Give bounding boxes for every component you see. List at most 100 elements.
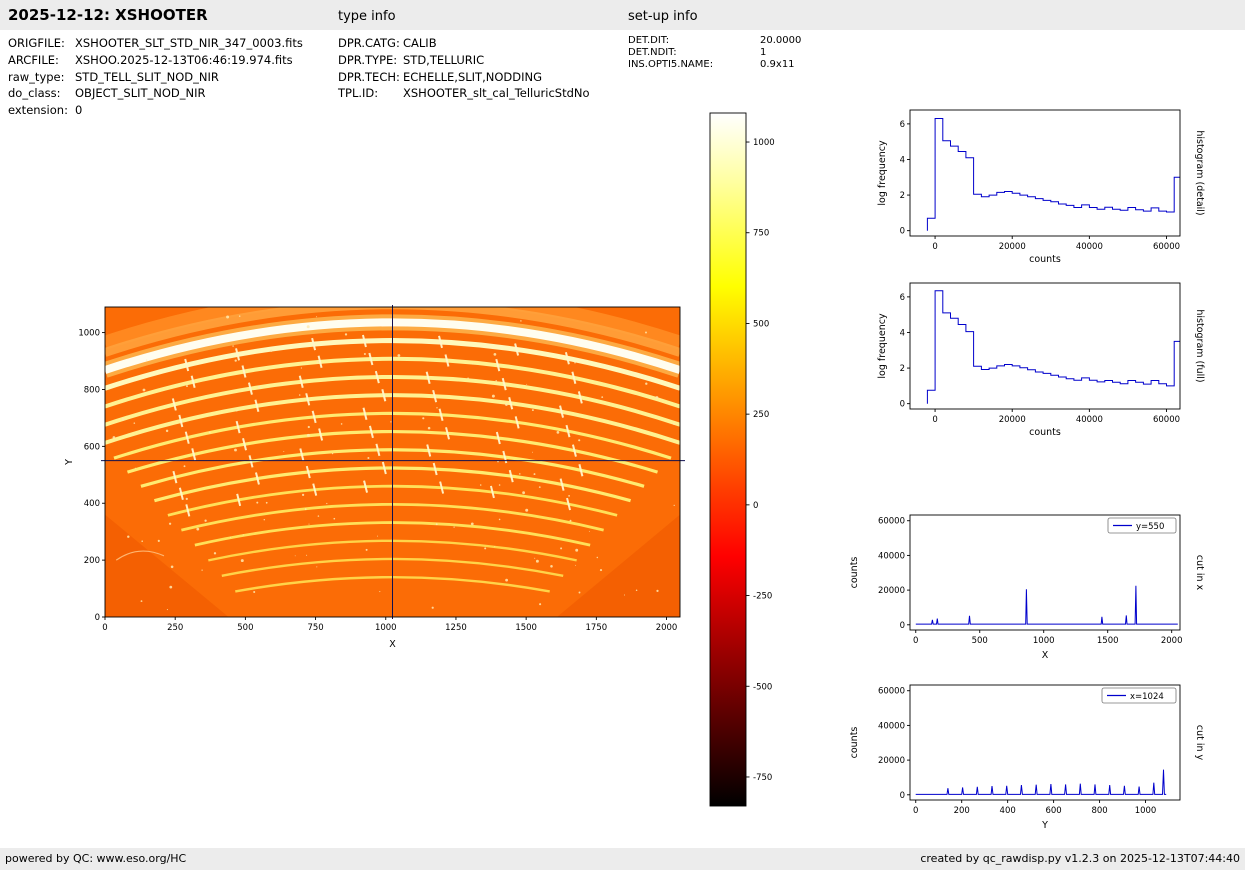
svg-text:X: X — [1042, 650, 1049, 661]
header-bar: 2025-12-12: XSHOOTER type info set-up in… — [0, 0, 1245, 30]
svg-text:cut in x: cut in x — [1194, 555, 1205, 591]
svg-text:0: 0 — [900, 227, 905, 237]
file-info-key: extension: — [8, 103, 68, 118]
type-info-key: DPR.TYPE: — [338, 52, 398, 67]
svg-text:0: 0 — [753, 501, 758, 511]
svg-text:log frequency: log frequency — [877, 313, 888, 379]
file-info-key: ORIGFILE: — [8, 36, 65, 50]
svg-text:4: 4 — [900, 328, 905, 338]
svg-text:counts: counts — [1029, 254, 1061, 265]
file-info-value: OBJECT_SLIT_NOD_NIR — [75, 86, 206, 101]
setup-info-key: DET.DIT: — [628, 35, 670, 46]
type-info-key: DPR.CATG: — [338, 36, 400, 50]
svg-text:0: 0 — [900, 400, 905, 410]
page-title: 2025-12-12: XSHOOTER — [8, 6, 208, 24]
svg-text:600: 600 — [1045, 806, 1061, 816]
svg-text:histogram (detail): histogram (detail) — [1194, 130, 1205, 215]
svg-text:0: 0 — [932, 415, 937, 425]
svg-text:1000: 1000 — [375, 623, 397, 633]
svg-text:counts: counts — [1029, 427, 1061, 438]
svg-text:2000: 2000 — [1161, 636, 1183, 646]
svg-text:60000: 60000 — [878, 687, 905, 697]
svg-text:2000: 2000 — [656, 623, 678, 633]
type-info-value: ECHELLE,SLIT,NODDING — [403, 69, 542, 84]
file-info-row: ARCFILE: XSHOO.2025-12-13T06:46:19.974.fi… — [8, 53, 303, 70]
svg-text:0: 0 — [900, 791, 905, 801]
svg-text:500: 500 — [237, 623, 253, 633]
svg-text:60000: 60000 — [878, 517, 905, 527]
file-info-key: raw_type: — [8, 69, 65, 84]
svg-text:0: 0 — [913, 806, 918, 816]
file-info-row: raw_type: STD_TELL_SLIT_NOD_NIR — [8, 70, 303, 87]
svg-text:6: 6 — [900, 120, 905, 130]
svg-text:-750: -750 — [753, 773, 772, 783]
cut-in-y-plot: 0 200 400 600 800 1000 0 20000 40000 60000 Ycounts… — [845, 673, 1225, 852]
type-info-row: TPL.ID: XSHOOTER_slt_cal_TelluricStdNo — [338, 86, 590, 103]
type-info-row: DPR.TYPE: STD,TELLURIC — [338, 53, 590, 70]
footer-bar: powered by QC: www.eso.org/HC created by… — [0, 848, 1245, 870]
svg-text:500: 500 — [753, 319, 769, 329]
svg-text:log frequency: log frequency — [877, 140, 888, 206]
svg-text:1500: 1500 — [515, 623, 537, 633]
file-info-key: do_class: — [8, 86, 61, 101]
type-info-block: DPR.CATG: CALIB DPR.TYPE: STD,TELLURIC DPR… — [338, 36, 590, 103]
svg-text:20000: 20000 — [878, 586, 905, 596]
svg-text:1000: 1000 — [1135, 806, 1157, 816]
setup-info-row: DET.DIT: 20.0000 — [628, 35, 801, 47]
svg-text:1000: 1000 — [78, 329, 100, 339]
file-info-row: ORIGFILE: XSHOOTER_SLT_STD_NIR_347_0003.f… — [8, 36, 303, 53]
cut-in-x-plot: 0 500 1000 1500 2000 0 20000 40000 60000 Xcounts c… — [845, 503, 1225, 682]
file-info-row: do_class: OBJECT_SLIT_NOD_NIR — [8, 86, 303, 103]
svg-text:x=1024: x=1024 — [1130, 692, 1164, 702]
svg-text:60000: 60000 — [1153, 415, 1180, 425]
type-info-value: XSHOOTER_slt_cal_TelluricStdNo — [403, 86, 590, 101]
svg-text:0: 0 — [913, 636, 918, 646]
svg-text:1000: 1000 — [1033, 636, 1055, 646]
setup-info-value: 20.0000 — [760, 35, 802, 46]
svg-text:250: 250 — [167, 623, 183, 633]
svg-text:20000: 20000 — [999, 242, 1026, 252]
file-info-block: ORIGFILE: XSHOOTER_SLT_STD_NIR_347_0003.f… — [8, 36, 303, 120]
svg-text:20000: 20000 — [878, 756, 905, 766]
setup-info-value: 0.9x11 — [760, 59, 795, 70]
svg-text:-500: -500 — [753, 682, 772, 692]
svg-text:40000: 40000 — [878, 551, 905, 561]
setup-info-value: 1 — [760, 47, 767, 58]
svg-text:40000: 40000 — [878, 721, 905, 731]
svg-text:0: 0 — [102, 623, 107, 633]
svg-text:1000: 1000 — [753, 138, 775, 148]
svg-text:counts: counts — [849, 727, 860, 759]
file-info-value: XSHOO.2025-12-13T06:46:19.974.fits — [75, 52, 293, 67]
histogram-full-plot: 0 20000 40000 60000 0 2 4 6 counts log frequency h… — [845, 271, 1225, 450]
svg-text:1750: 1750 — [586, 623, 608, 633]
type-info-row: DPR.TECH: ECHELLE,SLIT,NODDING — [338, 70, 590, 87]
type-info-value: CALIB — [403, 36, 437, 50]
type-info-row: DPR.CATG: CALIB — [338, 36, 590, 53]
type-info-key: TPL.ID: — [338, 86, 379, 101]
setup-info-heading: set-up info — [628, 9, 698, 24]
type-info-heading: type info — [338, 9, 396, 24]
svg-text:400: 400 — [84, 499, 100, 509]
setup-info-block: DET.DIT: 20.0000 DET.NDIT: 1 INS.OPTI5.NAM… — [628, 35, 801, 71]
setup-info-row: DET.NDIT: 1 — [628, 47, 801, 59]
svg-text:1500: 1500 — [1097, 636, 1119, 646]
svg-text:Y: Y — [1041, 820, 1048, 831]
svg-text:750: 750 — [307, 623, 323, 633]
type-info-key: DPR.TECH: — [338, 69, 400, 84]
file-info-row: extension: 0 — [8, 103, 303, 120]
raw-frame-plot: 0 250 500 750 1000 1250 1500 1750 2000 0 200 400 600… — [60, 290, 700, 666]
svg-text:750: 750 — [753, 229, 769, 239]
svg-text:200: 200 — [84, 556, 100, 566]
svg-text:600: 600 — [84, 442, 100, 452]
svg-text:6: 6 — [900, 293, 905, 303]
svg-text:2: 2 — [900, 191, 905, 201]
setup-info-key: DET.NDIT: — [628, 47, 677, 58]
svg-text:counts: counts — [849, 557, 860, 589]
file-info-key: ARCFILE: — [8, 52, 59, 67]
svg-text:1250: 1250 — [445, 623, 467, 633]
svg-text:40000: 40000 — [1076, 242, 1103, 252]
setup-info-row: INS.OPTI5.NAME: 0.9x11 — [628, 59, 801, 71]
svg-text:500: 500 — [972, 636, 988, 646]
svg-text:40000: 40000 — [1076, 415, 1103, 425]
svg-text:0: 0 — [932, 242, 937, 252]
